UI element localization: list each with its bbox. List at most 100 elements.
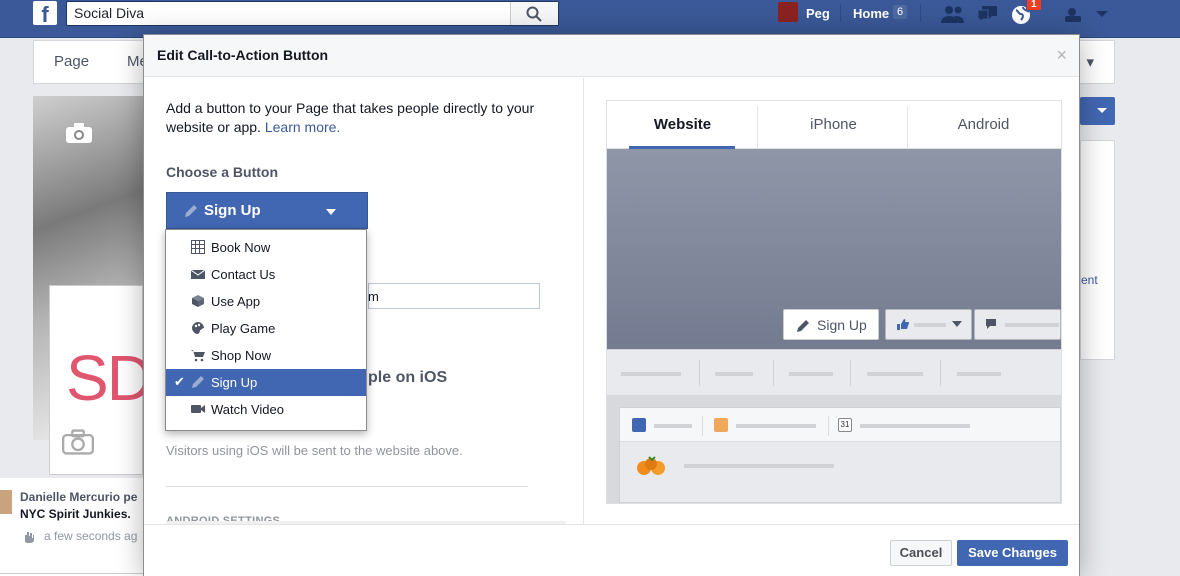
tab-iphone[interactable]: iPhone: [758, 101, 909, 149]
tab-page[interactable]: Page: [54, 53, 89, 70]
placeholder-bar: [621, 372, 681, 376]
dropdown-selected-label: Sign Up: [204, 202, 261, 219]
tab-label: Website: [653, 116, 712, 133]
menu-item-book-now[interactable]: Book Now: [166, 234, 366, 261]
gamepad-icon: [192, 322, 204, 334]
composer-tabs: 31: [620, 408, 1060, 442]
menu-item-label: Shop Now: [211, 348, 271, 363]
pencil-icon: [797, 320, 809, 332]
dialog-title: Edit Call-to-Action Button: [157, 47, 329, 63]
pencil-icon: [632, 418, 646, 432]
tab-label: Android: [957, 116, 1010, 133]
menu-item-watch-video[interactable]: Watch Video: [166, 396, 366, 423]
placeholder-bar: [1005, 323, 1059, 327]
menu-item-label: Contact Us: [211, 267, 276, 282]
divider: [840, 4, 841, 22]
profile-logo-text: SD: [66, 342, 153, 414]
website-url-field[interactable]: m: [368, 283, 540, 309]
intro-text: Add a button to your Page that takes peo…: [166, 99, 546, 137]
chevron-down-icon: [326, 209, 336, 215]
close-icon[interactable]: ×: [1056, 45, 1067, 66]
top-navigation-bar: f Social Diva Peg Home 6 1: [0, 0, 1180, 38]
search-value: Social Diva: [74, 5, 145, 21]
menu-item-label: Sign Up: [211, 375, 258, 390]
profile-name-link[interactable]: Peg: [806, 6, 830, 21]
preview-cta-button: Sign Up: [783, 309, 879, 340]
placeholder-bar: [957, 372, 1001, 376]
camera-icon[interactable]: [62, 429, 94, 455]
save-changes-button[interactable]: Save Changes: [957, 540, 1068, 566]
dialog-header: Edit Call-to-Action Button ×: [144, 35, 1079, 77]
cancel-button[interactable]: Cancel: [890, 540, 952, 566]
search-button[interactable]: [510, 2, 558, 25]
privacy-shortcuts-icon[interactable]: [1064, 7, 1084, 23]
menu-item-label: Use App: [211, 294, 261, 309]
envelope-icon: [191, 269, 205, 279]
menu-item-sign-up[interactable]: ✔ Sign Up: [166, 369, 366, 396]
placeholder-bar: [860, 424, 970, 428]
story-timestamp: a few seconds ag: [44, 529, 138, 543]
placeholder-bar: [715, 372, 753, 376]
activity-story: Danielle Mercurio pe NYC Spirit Junkies.…: [0, 478, 150, 576]
divider: [166, 486, 528, 487]
avatar[interactable]: [0, 490, 12, 514]
menu-item-label: Watch Video: [211, 402, 284, 417]
menu-item-play-game[interactable]: Play Game: [166, 315, 366, 342]
website-url-value: m: [368, 289, 379, 304]
ios-section-heading: ple on iOS: [368, 369, 448, 386]
thumbs-up-icon: [897, 319, 909, 330]
right-panel-link[interactable]: ent: [1081, 273, 1098, 287]
story-author[interactable]: Danielle Mercurio pe: [20, 490, 137, 504]
camera-icon[interactable]: [65, 122, 93, 144]
story-group[interactable]: NYC Spirit Junkies.: [20, 507, 131, 521]
ios-note: Visitors using iOS will be sent to the w…: [166, 443, 463, 458]
preview-like-button: [885, 309, 972, 340]
choose-button-label: Choose a Button: [166, 164, 278, 180]
search-icon: [526, 6, 542, 22]
calendar-grid-icon: [191, 240, 205, 254]
home-link[interactable]: Home: [853, 6, 889, 21]
messages-icon[interactable]: [976, 4, 1000, 24]
pencil-icon: [192, 376, 204, 388]
menu-item-label: Play Game: [211, 321, 276, 336]
friend-requests-icon[interactable]: [940, 4, 966, 24]
video-camera-icon: [191, 405, 205, 413]
button-type-dropdown[interactable]: Sign Up: [166, 192, 368, 229]
photo-icon: [714, 418, 728, 432]
chevron-down-icon: [952, 321, 962, 327]
placeholder-bar: [914, 323, 946, 327]
menu-item-contact-us[interactable]: Contact Us: [166, 261, 366, 288]
divider: [773, 360, 774, 386]
options-dropdown-button[interactable]: [1080, 97, 1115, 125]
preview-cta-label: Sign Up: [817, 317, 867, 333]
menu-item-use-app[interactable]: Use App: [166, 288, 366, 315]
preview-message-button: [974, 309, 1061, 340]
menu-item-shop-now[interactable]: Shop Now: [166, 342, 366, 369]
home-count-badge: 6: [893, 5, 908, 19]
button-type-menu: Book Now Contact Us Use App Play Game Sh…: [165, 229, 367, 431]
tab-website[interactable]: Website: [607, 101, 758, 150]
profile-picture: SD: [49, 285, 153, 475]
divider: [828, 416, 829, 436]
notification-count-badge: 1: [1026, 0, 1042, 11]
menu-item-label: Book Now: [211, 240, 271, 255]
learn-more-link[interactable]: Learn more.: [265, 119, 340, 135]
placeholder-bar: [736, 424, 816, 428]
tab-label: iPhone: [810, 116, 857, 133]
pencil-icon: [185, 205, 197, 217]
divider: [940, 360, 941, 386]
fruit-avatar-icon: [637, 456, 665, 475]
tab-android[interactable]: Android: [908, 101, 1059, 149]
placeholder-bar: [654, 424, 692, 428]
preview-panel: Website iPhone Android Sign Up 31: [606, 100, 1062, 504]
dialog-footer: Cancel Save Changes: [144, 524, 1079, 576]
preview-tabs: Website iPhone Android: [607, 101, 1061, 150]
avatar[interactable]: [778, 2, 798, 22]
more-caret-icon[interactable]: ▾: [1086, 53, 1094, 71]
divider: [850, 360, 851, 386]
checkmark-icon: ✔: [174, 374, 185, 389]
search-input[interactable]: Social Diva: [66, 1, 559, 26]
account-menu-caret-icon[interactable]: [1096, 11, 1108, 17]
divider: [699, 360, 700, 386]
facebook-logo[interactable]: f: [33, 1, 57, 25]
